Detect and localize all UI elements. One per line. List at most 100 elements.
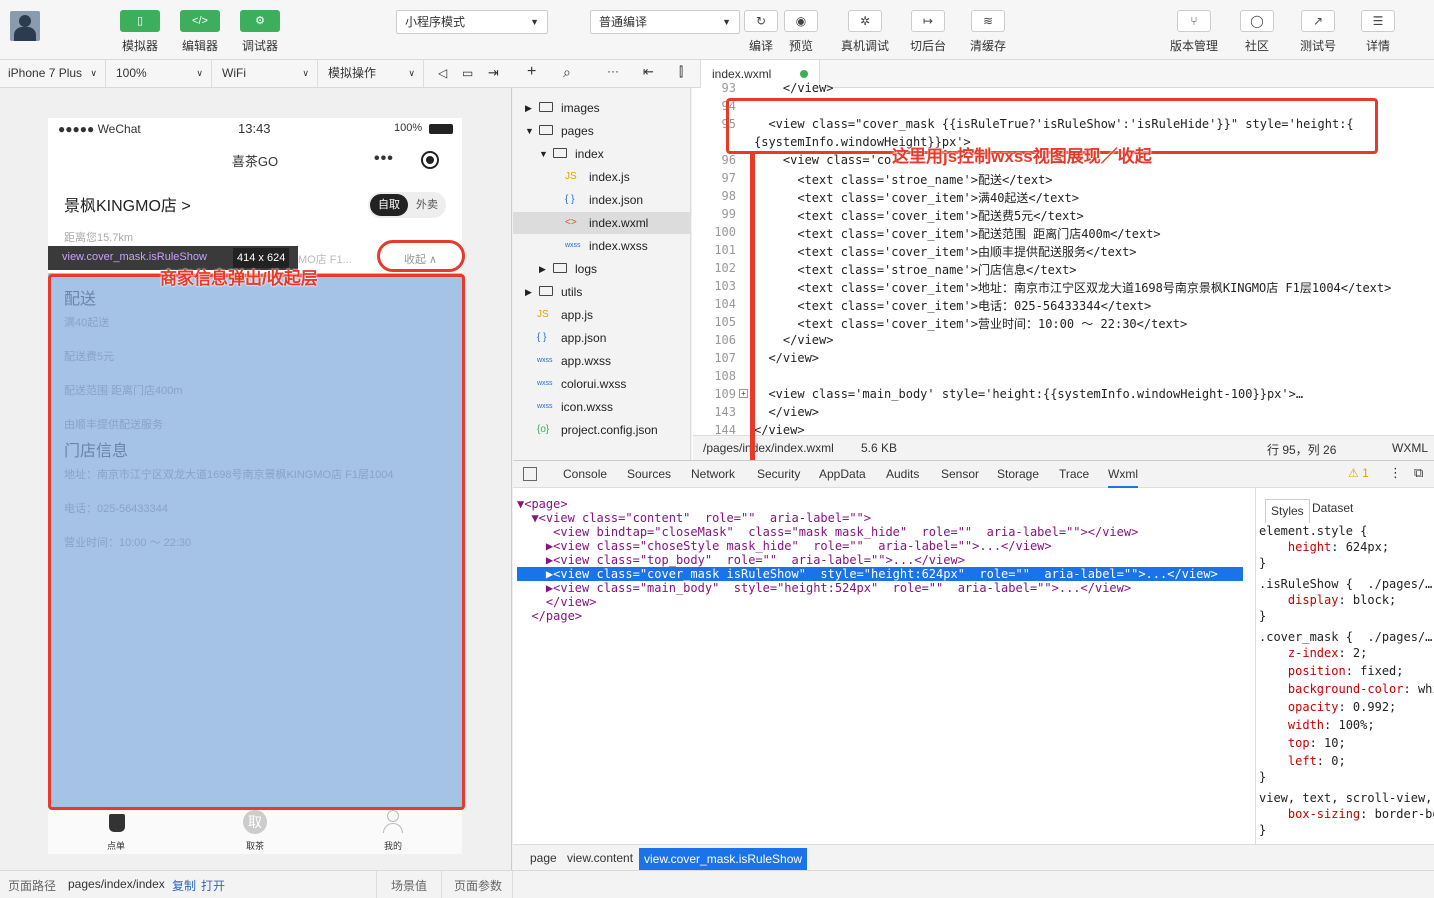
crumb-view-content[interactable]: view.content [567,851,633,865]
tree-item[interactable]: <> index.wxml [513,212,691,234]
more-icon[interactable]: ··· [607,64,619,78]
devtools-tab-trace[interactable]: Trace [1059,461,1089,487]
undock-icon[interactable]: ⧉ [1414,465,1423,481]
tree-item[interactable]: { } index.json [513,189,691,211]
devtools-tab-appdata[interactable]: AppData [819,461,866,487]
menu-dots-icon[interactable]: ••• [374,150,394,168]
switch-bg-button[interactable]: ↦ [911,10,945,32]
preview-button[interactable]: ◉ [784,10,818,32]
devtools-tab-security[interactable]: Security [757,461,800,487]
mode-select[interactable]: 小程序模式 ▼ [396,10,548,34]
wxml-node[interactable]: </view> [517,595,597,609]
chevron-down-icon: ∨ [302,68,309,78]
crumb-cover-mask[interactable]: view.cover_mask.isRuleShow [639,848,808,870]
chevron-down-icon[interactable]: ▼ [525,120,534,142]
devtools-tab-wxml[interactable]: Wxml [1108,461,1138,488]
compile-button[interactable]: ↻ [744,10,778,32]
folder-icon [539,120,553,142]
wxml-node-selected[interactable]: ▶<view class="cover_mask isRuleShow" sty… [517,567,1243,581]
order-type-toggle[interactable]: 自取 外卖 [368,192,446,218]
chevron-down-icon[interactable]: ▼ [539,143,548,165]
tab-order[interactable]: 点单 [107,839,125,852]
avatar[interactable] [10,11,40,41]
user-icon[interactable] [382,810,404,834]
chevron-right-icon[interactable]: ▶ [525,281,532,303]
copy-link[interactable]: 复制 [172,877,196,894]
tree-item[interactable]: wxss app.wxss [513,350,691,372]
collapse-tree-icon[interactable]: ⇤ [643,64,654,80]
wxml-node[interactable]: </page> [517,609,582,623]
tree-item[interactable]: {o} project.config.json [513,419,691,441]
code-line: <text class='stroe_name'>配送</text> [754,173,1053,187]
add-icon[interactable]: + [527,63,536,81]
version-button[interactable]: ⑂ [1177,10,1211,32]
menu-icon: ☰ [1372,14,1384,28]
tab-mine[interactable]: 我的 [384,839,402,852]
wxml-node[interactable]: ▶<view class="choseStyle mask_hide" role… [517,539,1052,553]
delivery-option[interactable]: 外卖 [411,194,443,216]
test-account-button[interactable]: ↗ [1301,10,1335,32]
community-button[interactable]: ◯ [1240,10,1274,32]
tree-item[interactable]: ▶ images [513,97,691,119]
tree-item[interactable]: wxss index.wxss [513,235,691,257]
fold-expand-icon[interactable]: + [739,389,748,398]
tab-pickup[interactable]: 取茶 [246,839,264,852]
details-button[interactable]: ☰ [1361,10,1395,32]
zoom-select[interactable]: 100% ∨ [108,60,212,87]
wxml-node[interactable]: ▶<view class="top_body" role="" aria-lab… [517,553,965,567]
tree-item[interactable]: ▼ index [513,143,691,165]
compile-select[interactable]: 普通编译 ▼ [590,10,740,34]
split-icon[interactable]: ⫿ [679,64,683,80]
editor-button[interactable]: </> [180,10,220,32]
devtools-tab-network[interactable]: Network [691,461,735,487]
tree-item[interactable]: wxss icon.wxss [513,396,691,418]
line-number: 99 [721,207,736,221]
tree-item[interactable]: JS app.js [513,304,691,326]
devtools-tab-storage[interactable]: Storage [997,461,1039,487]
more-vertical-icon[interactable]: ⋮ [1389,465,1402,481]
wxml-node[interactable]: ▼<view class="content" role="" aria-labe… [517,511,871,525]
store-name[interactable]: 景枫KINGMO店 > [64,192,191,216]
devtools-tab-sensor[interactable]: Sensor [941,461,979,487]
wxml-node[interactable]: ▼<page> [517,497,568,511]
tree-item[interactable]: ▶ utils [513,281,691,303]
clear-cache-button[interactable]: ≋ [971,10,1005,32]
chevron-right-icon[interactable]: ▶ [539,258,546,280]
search-icon[interactable]: ⌕ [563,64,571,81]
dataset-tab[interactable]: Dataset [1312,501,1353,515]
network-select[interactable]: WiFi ∨ [214,60,318,87]
open-link[interactable]: 打开 [201,877,225,894]
scene-button[interactable]: 场景值 [391,877,427,894]
chevron-right-icon[interactable]: ▶ [525,97,532,119]
tree-item[interactable]: wxss colorui.wxss [513,373,691,395]
warning-count[interactable]: ⚠ 1 [1348,466,1369,480]
debugger-button[interactable]: ⚙ [240,10,280,32]
page-params-button[interactable]: 页面参数 [454,877,502,894]
styles-tab[interactable]: Styles [1265,499,1310,523]
devtools-tab-console[interactable]: Console [563,461,607,487]
device-select[interactable]: iPhone 7 Plus ∨ [0,60,106,87]
inspect-element-icon[interactable] [523,467,537,481]
tree-item[interactable]: ▼ pages [513,120,691,142]
tree-item[interactable]: JS index.js [513,166,691,188]
pickup-badge-icon[interactable]: 取 [243,810,267,834]
pickup-option[interactable]: 自取 [370,194,408,216]
folder-icon [539,97,553,119]
window-icon[interactable]: ▭ [462,66,473,80]
tree-item[interactable]: { } app.json [513,327,691,349]
devtools-tab-audits[interactable]: Audits [886,461,919,487]
wxss-file-icon: wxss [537,380,553,387]
style-line: element.style { [1259,524,1368,538]
simulator-button[interactable]: ▯ [120,10,160,32]
detach-icon[interactable]: ⇥ [488,65,499,81]
device-debug-button[interactable]: ✲ [848,10,882,32]
crumb-page[interactable]: page [530,851,557,865]
cup-icon[interactable] [106,811,128,833]
close-capsule-icon[interactable] [421,151,439,169]
sim-ops-select[interactable]: 模拟操作 ∨ [320,60,424,87]
wxml-node[interactable]: ▶<view class="main_body" style="height:5… [517,581,1131,595]
tree-item[interactable]: ▶ logs [513,258,691,280]
volume-icon[interactable]: ◁ [438,66,447,80]
devtools-tab-sources[interactable]: Sources [627,461,671,487]
wxml-node[interactable]: <view bindtap="closeMask" class="mask ma… [517,525,1138,539]
